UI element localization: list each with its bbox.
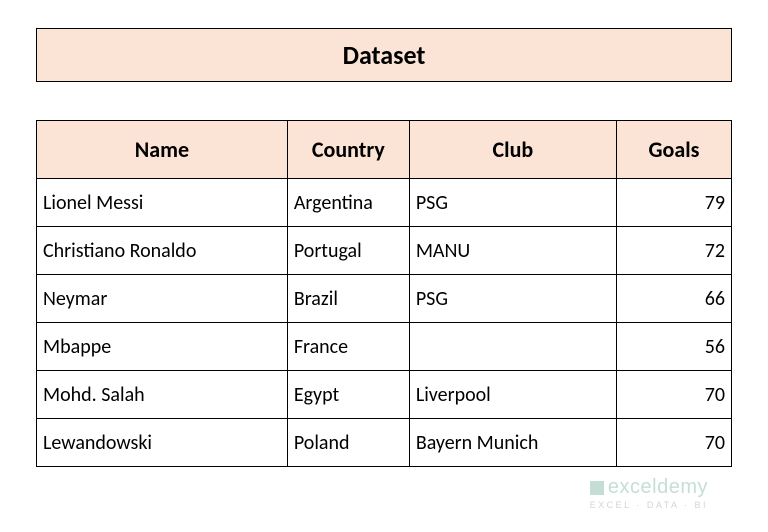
col-header-goals: Goals bbox=[616, 121, 731, 179]
watermark-tagline: EXCEL · DATA · BI bbox=[590, 500, 708, 510]
table-row: Neymar Brazil PSG 66 bbox=[37, 275, 732, 323]
cell-goals: 66 bbox=[616, 275, 731, 323]
dataset-title: Dataset bbox=[343, 39, 426, 71]
cell-name: Christiano Ronaldo bbox=[37, 227, 288, 275]
watermark-logo-row: exceldemy bbox=[590, 476, 708, 499]
table-row: Christiano Ronaldo Portugal MANU 72 bbox=[37, 227, 732, 275]
cell-country: Poland bbox=[287, 419, 409, 467]
cell-name: Mbappe bbox=[37, 323, 288, 371]
table-row: Mbappe France 56 bbox=[37, 323, 732, 371]
cell-club: PSG bbox=[409, 179, 616, 227]
col-header-club: Club bbox=[409, 121, 616, 179]
watermark: exceldemy EXCEL · DATA · BI bbox=[590, 476, 708, 510]
cell-club: PSG bbox=[409, 275, 616, 323]
cell-country: Argentina bbox=[287, 179, 409, 227]
col-header-country: Country bbox=[287, 121, 409, 179]
cell-goals: 56 bbox=[616, 323, 731, 371]
dataset-title-bar: Dataset bbox=[36, 28, 732, 82]
cell-goals: 70 bbox=[616, 419, 731, 467]
data-table: Name Country Club Goals Lionel Messi Arg… bbox=[36, 120, 732, 467]
cell-club: Liverpool bbox=[409, 371, 616, 419]
cell-club: Bayern Munich bbox=[409, 419, 616, 467]
cell-country: Brazil bbox=[287, 275, 409, 323]
table-row: Lewandowski Poland Bayern Munich 70 bbox=[37, 419, 732, 467]
table-body: Lionel Messi Argentina PSG 79 Christiano… bbox=[37, 179, 732, 467]
watermark-brand: exceldemy bbox=[608, 476, 708, 499]
cell-goals: 72 bbox=[616, 227, 731, 275]
cell-country: Egypt bbox=[287, 371, 409, 419]
excel-square-icon bbox=[590, 481, 604, 495]
cell-name: Lionel Messi bbox=[37, 179, 288, 227]
table-header-row: Name Country Club Goals bbox=[37, 121, 732, 179]
cell-club bbox=[409, 323, 616, 371]
cell-name: Lewandowski bbox=[37, 419, 288, 467]
cell-goals: 79 bbox=[616, 179, 731, 227]
table-row: Lionel Messi Argentina PSG 79 bbox=[37, 179, 732, 227]
col-header-name: Name bbox=[37, 121, 288, 179]
cell-country: France bbox=[287, 323, 409, 371]
cell-name: Mohd. Salah bbox=[37, 371, 288, 419]
cell-goals: 70 bbox=[616, 371, 731, 419]
table-row: Mohd. Salah Egypt Liverpool 70 bbox=[37, 371, 732, 419]
cell-country: Portugal bbox=[287, 227, 409, 275]
cell-club: MANU bbox=[409, 227, 616, 275]
cell-name: Neymar bbox=[37, 275, 288, 323]
